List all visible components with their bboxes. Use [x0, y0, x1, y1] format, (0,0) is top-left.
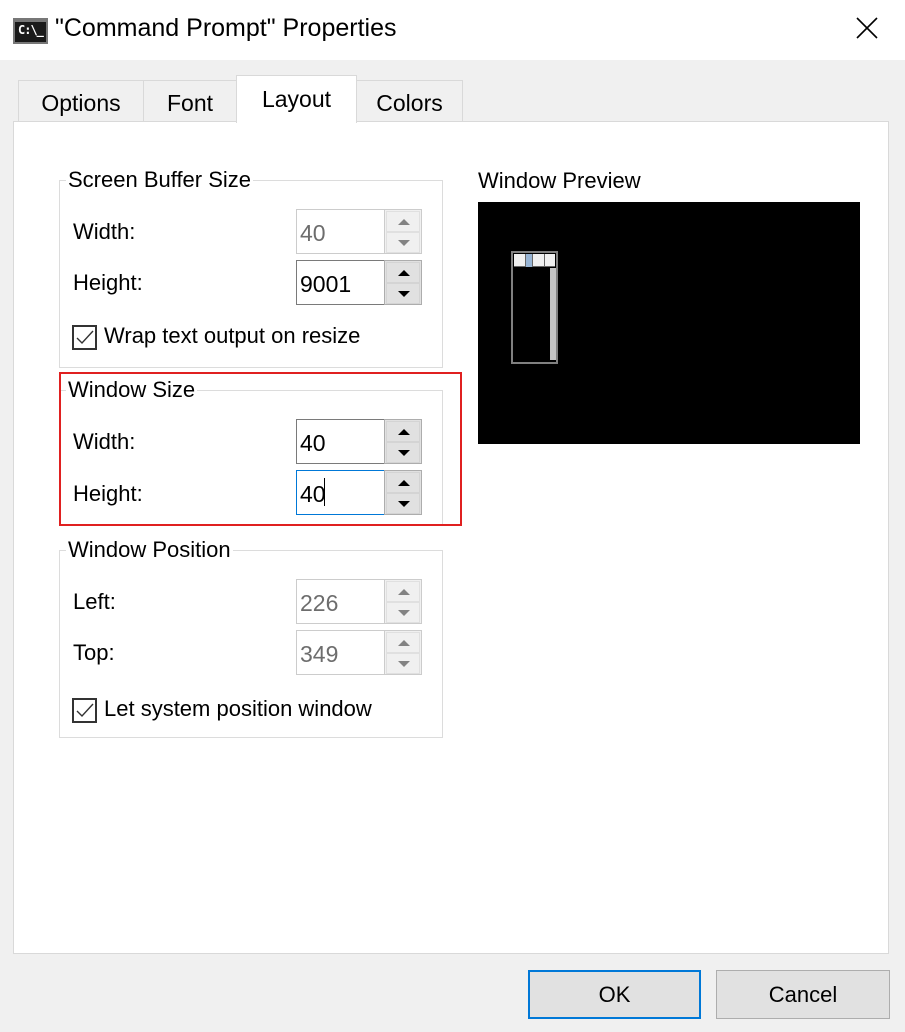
arrow-down-icon — [398, 291, 410, 297]
arrow-up-icon — [398, 429, 410, 435]
preview-divider — [525, 254, 526, 267]
buffer-width-spinner — [296, 209, 422, 254]
position-left-spinner — [296, 579, 422, 624]
window-width-input[interactable] — [296, 419, 384, 464]
position-left-label: Left: — [73, 589, 116, 614]
window-width-spinner[interactable] — [296, 419, 422, 464]
cancel-button[interactable]: Cancel — [716, 970, 890, 1019]
text-caret — [324, 478, 325, 506]
window-height-spinner[interactable] — [296, 470, 422, 515]
arrow-down-icon — [398, 240, 410, 246]
buffer-width-label: Width: — [73, 219, 136, 244]
window-size-title: Window Size — [66, 377, 198, 403]
buffer-width-down-button — [386, 232, 420, 253]
preview-divider — [532, 254, 533, 267]
buffer-width-up-button — [386, 211, 420, 232]
window-position-title: Window Position — [66, 537, 233, 563]
wrap-text-label: Wrap text output on resize — [104, 323, 361, 348]
system-position-checkbox[interactable] — [72, 698, 97, 723]
position-top-spinner — [296, 630, 422, 675]
position-left-down-button — [386, 602, 420, 623]
window-height-input[interactable] — [296, 470, 384, 515]
buffer-height-input[interactable] — [296, 260, 384, 305]
arrow-down-icon — [398, 661, 410, 667]
buffer-height-label: Height: — [73, 270, 143, 295]
buffer-width-input — [296, 209, 384, 254]
buffer-height-down-button[interactable] — [386, 283, 420, 304]
preview-mini-titlebar — [514, 254, 555, 267]
buffer-height-spinner[interactable] — [296, 260, 422, 305]
position-top-down-button — [386, 653, 420, 674]
arrow-up-icon — [398, 270, 410, 276]
window-width-up-button[interactable] — [386, 421, 420, 442]
arrow-up-icon — [398, 589, 410, 595]
window-preview — [478, 202, 860, 444]
checkmark-icon — [76, 703, 94, 718]
window-height-label: Height: — [73, 481, 143, 506]
position-left-input — [296, 579, 384, 624]
buffer-height-up-button[interactable] — [386, 262, 420, 283]
preview-divider — [544, 254, 545, 267]
arrow-down-icon — [398, 450, 410, 456]
position-top-up-button — [386, 632, 420, 653]
position-top-label: Top: — [73, 640, 115, 665]
preview-scrollbar — [550, 268, 556, 360]
window-preview-title: Window Preview — [478, 168, 641, 193]
position-left-up-button — [386, 581, 420, 602]
arrow-down-icon — [398, 501, 410, 507]
system-position-label: Let system position window — [104, 696, 372, 721]
arrow-up-icon — [398, 219, 410, 225]
arrow-down-icon — [398, 610, 410, 616]
arrow-up-icon — [398, 640, 410, 646]
ok-button[interactable]: OK — [528, 970, 701, 1019]
preview-mini-window — [511, 251, 558, 364]
window-height-up-button[interactable] — [386, 472, 420, 493]
checkmark-icon — [76, 330, 94, 345]
arrow-up-icon — [398, 480, 410, 486]
screen-buffer-title: Screen Buffer Size — [66, 167, 254, 193]
window-height-down-button[interactable] — [386, 493, 420, 514]
wrap-text-checkbox[interactable] — [72, 325, 97, 350]
window-width-label: Width: — [73, 429, 136, 454]
window-width-down-button[interactable] — [386, 442, 420, 463]
position-top-input — [296, 630, 384, 675]
